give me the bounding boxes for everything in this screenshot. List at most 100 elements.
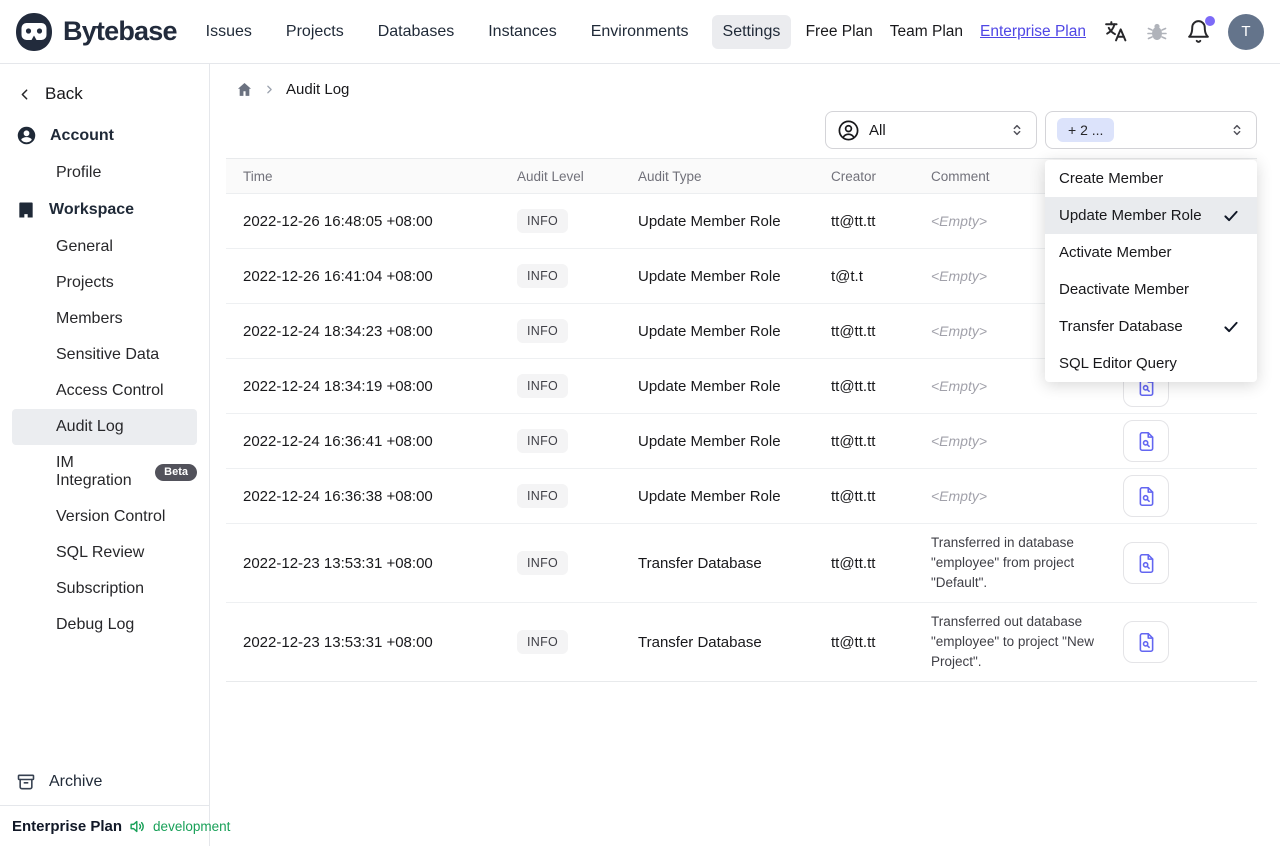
view-detail-button[interactable] [1123, 621, 1169, 663]
sidebar-nav: Account Profile Workspace General Projects Me… [0, 116, 209, 643]
audit-type-filter-select[interactable]: + 2 ... [1045, 111, 1257, 149]
view-detail-button[interactable] [1123, 542, 1169, 584]
sidebar-item-im-integration[interactable]: IM Integration Beta [0, 445, 209, 499]
check-icon [1222, 207, 1240, 225]
speaker-icon [129, 818, 146, 835]
sidebar-item-archive[interactable]: Archive [0, 762, 209, 805]
audit-level-badge: INFO [517, 319, 569, 343]
cell-comment: <Empty> [931, 433, 1113, 450]
sidebar-footer: Enterprise Plan development [0, 805, 230, 846]
notifications-bell-icon[interactable] [1186, 16, 1215, 44]
cell-audit-type: Update Member Role [638, 487, 781, 505]
cell-creator: tt@tt.tt [831, 432, 876, 450]
chevron-updown-icon [1229, 122, 1245, 138]
bytebase-logo-icon [14, 12, 54, 52]
cell-creator: tt@tt.tt [831, 554, 876, 572]
cell-audit-level: INFO [517, 209, 638, 233]
column-header-time: Time [243, 168, 273, 184]
user-circle-icon [16, 125, 37, 146]
sidebar-item-debug-log[interactable]: Debug Log [0, 607, 209, 643]
table-row: 2022-12-24 16:36:41 +08:00 INFO Update Mem… [226, 414, 1257, 469]
cell-actions [1113, 414, 1257, 468]
view-detail-button[interactable] [1123, 475, 1169, 517]
sidebar-item-projects[interactable]: Projects [0, 265, 209, 301]
menu-item-transfer-database[interactable]: Transfer Database [1045, 308, 1257, 345]
audit-level-badge: INFO [517, 209, 569, 233]
sidebar-item-profile[interactable]: Profile [0, 155, 209, 191]
sidebar-group-account: Account [0, 116, 209, 155]
audit-level-badge: INFO [517, 429, 569, 453]
cell-creator: tt@tt.tt [831, 377, 876, 395]
plan-link-free-plan[interactable]: Free Plan [806, 23, 873, 41]
cell-time: 2022-12-24 18:34:19 +08:00 [243, 377, 433, 395]
menu-item-deactivate-member[interactable]: Deactivate Member [1045, 271, 1257, 308]
sidebar-item-label: Version Control [56, 508, 166, 525]
cell-comment: Transferred out database "employee" to p… [931, 614, 1094, 669]
sidebar-item-members[interactable]: Members [0, 301, 209, 337]
chevron-right-icon [263, 83, 276, 96]
menu-item-update-member-role[interactable]: Update Member Role [1045, 197, 1257, 234]
audit-level-badge: INFO [517, 264, 569, 288]
cell-audit-level: INFO [517, 630, 638, 654]
sidebar-item-label: Audit Log [56, 418, 124, 435]
topnav-plans: Free Plan Team Plan Enterprise Plan [806, 23, 1086, 41]
nav-link-issues[interactable]: Issues [195, 15, 263, 49]
menu-item-sql-editor-query[interactable]: SQL Editor Query [1045, 345, 1257, 382]
sidebar-item-sql-review[interactable]: SQL Review [0, 535, 209, 571]
back-button[interactable]: Back [0, 78, 209, 116]
audit-level-badge: INFO [517, 630, 569, 654]
view-detail-button[interactable] [1123, 420, 1169, 462]
sidebar-item-sensitive-data[interactable]: Sensitive Data [0, 337, 209, 373]
audit-level-badge: INFO [517, 374, 569, 398]
plan-link-team-plan[interactable]: Team Plan [890, 23, 963, 41]
menu-item-create-member[interactable]: Create Member [1045, 160, 1257, 197]
bug-report-icon[interactable] [1145, 20, 1169, 44]
cell-audit-level: INFO [517, 429, 638, 453]
nav-link-instances[interactable]: Instances [477, 15, 567, 49]
cell-creator: tt@tt.tt [831, 212, 876, 230]
top-navigation: Bytebase Issues Projects Databases Instance… [0, 0, 1280, 64]
cell-audit-level: INFO [517, 319, 638, 343]
notification-dot [1205, 16, 1215, 26]
nav-link-settings[interactable]: Settings [711, 14, 792, 49]
nav-link-databases[interactable]: Databases [367, 15, 466, 49]
sidebar-group-workspace: Workspace [0, 191, 209, 229]
sidebar-item-label: IM Integration [56, 454, 132, 489]
plan-link-enterprise-plan[interactable]: Enterprise Plan [980, 23, 1086, 41]
cell-creator: tt@tt.tt [831, 633, 876, 651]
sidebar-item-version-control[interactable]: Version Control [0, 499, 209, 535]
cell-audit-type: Update Member Role [638, 322, 781, 340]
table-row: 2022-12-23 13:53:31 +08:00 INFO Transfer D… [226, 524, 1257, 603]
menu-item-label: Activate Member [1059, 244, 1172, 261]
user-avatar[interactable]: T [1228, 13, 1264, 50]
archive-icon [16, 772, 36, 792]
creator-filter-select[interactable]: All [825, 111, 1037, 149]
menu-item-label: Transfer Database [1059, 318, 1183, 335]
chevron-left-icon [16, 86, 33, 103]
sidebar-group-title: Workspace [49, 201, 135, 218]
topnav-links: Issues Projects Databases Instances Environm… [195, 14, 792, 49]
nav-link-projects[interactable]: Projects [275, 15, 355, 49]
home-icon[interactable] [236, 81, 253, 98]
beta-badge: Beta [155, 463, 197, 481]
file-search-icon [1136, 632, 1157, 653]
menu-item-label: Deactivate Member [1059, 281, 1190, 298]
empty-comment-placeholder: <Empty> [931, 267, 988, 284]
sidebar-item-audit-log[interactable]: Audit Log [12, 409, 197, 445]
sidebar-item-general[interactable]: General [0, 229, 209, 265]
menu-item-activate-member[interactable]: Activate Member [1045, 234, 1257, 271]
bytebase-logo[interactable]: Bytebase [14, 12, 177, 52]
creator-filter-value: All [869, 121, 886, 139]
sidebar-item-label: Members [56, 310, 123, 327]
cell-actions [1113, 469, 1257, 523]
sidebar-item-subscription[interactable]: Subscription [0, 571, 209, 607]
topnav-right: Free Plan Team Plan Enterprise Plan T [806, 13, 1264, 50]
cell-comment: <Empty> [931, 488, 1113, 505]
check-icon [1222, 318, 1240, 336]
archive-label: Archive [49, 773, 103, 790]
nav-link-environments[interactable]: Environments [580, 15, 700, 49]
translate-icon[interactable] [1103, 19, 1128, 44]
cell-time: 2022-12-24 16:36:38 +08:00 [243, 487, 433, 505]
sidebar-item-label: General [56, 238, 113, 255]
sidebar-item-access-control[interactable]: Access Control [0, 373, 209, 409]
